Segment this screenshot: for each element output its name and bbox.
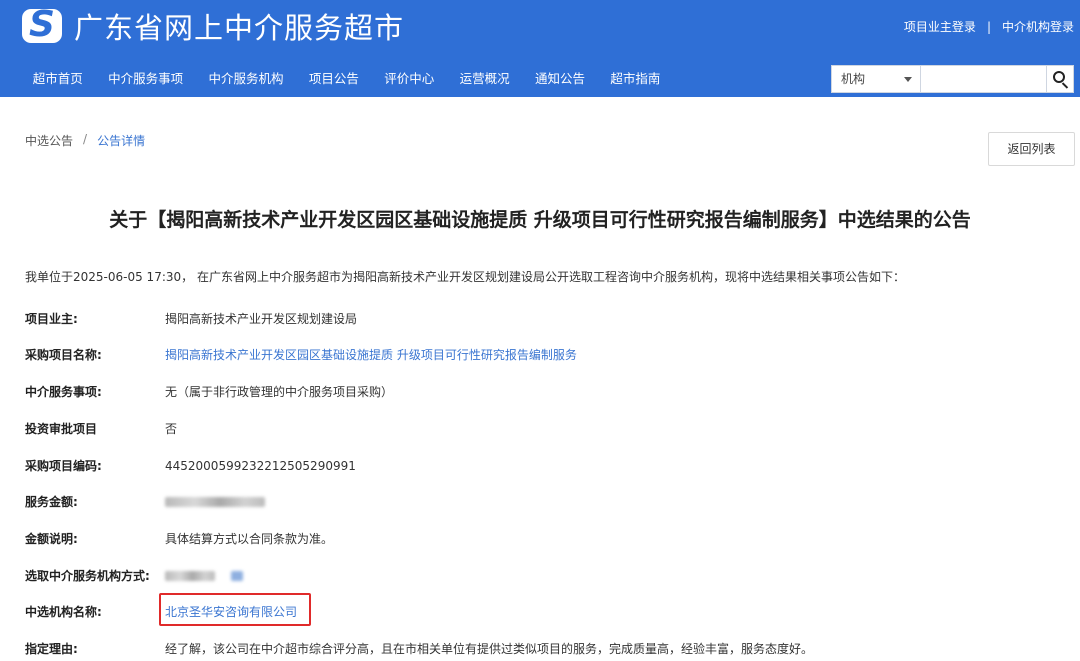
search-type-value: 机构: [841, 72, 866, 86]
field-label: 选取中介服务机构方式:: [25, 569, 150, 583]
field-label: 中选机构名称:: [25, 605, 102, 619]
site-header: S 广东省网上中介服务超市 项目业主登录 | 中介机构登录 超市首页 中介服务事…: [0, 0, 1080, 97]
search-bar: 机构: [831, 65, 1074, 93]
redacted-icon: [231, 570, 243, 581]
field-project-name: 采购项目名称: 揭阳高新技术产业开发区园区基础设施提质 升级项目可行性研究报告编…: [25, 346, 577, 363]
site-logo[interactable]: S 广东省网上中介服务超市: [22, 8, 405, 45]
agency-login-link[interactable]: 中介机构登录: [1002, 18, 1074, 35]
field-value: 44520005992322125052909​91: [165, 458, 356, 473]
field-value: 具体结算方式以合同条款为准。: [165, 532, 334, 546]
breadcrumb-current: 公告详情: [97, 134, 146, 148]
main-nav: 超市首页 中介服务事项 中介服务机构 项目公告 评价中心 运营概况 通知公告 超…: [20, 62, 673, 96]
field-reason: 指定理由: 经了解，该公司在中介超市综合评分高，且在市相关单位有提供过类似项目的…: [25, 640, 813, 657]
back-to-list-button[interactable]: 返回列表: [988, 132, 1075, 166]
field-label: 金额说明:: [25, 532, 78, 546]
field-value: 揭阳高新技术产业开发区规划建设局: [165, 312, 358, 326]
field-label: 采购项目名称:: [25, 348, 102, 362]
breadcrumb: 中选公告 / 公告详情: [25, 132, 145, 149]
nav-item-guide[interactable]: 超市指南: [598, 62, 673, 96]
project-name-link[interactable]: 揭阳高新技术产业开发区园区基础设施提质 升级项目可行性研究报告编制服务: [165, 346, 577, 363]
search-button[interactable]: [1046, 65, 1074, 93]
field-project-code: 采购项目编码: 44520005992322125052909​91: [25, 457, 356, 474]
field-service-amount: 服务金额:: [25, 493, 265, 510]
nav-item-notifications[interactable]: 通知公告: [522, 62, 597, 96]
redacted-method: [165, 570, 215, 581]
top-links-separator: |: [986, 19, 991, 34]
top-links: 项目业主登录 | 中介机构登录: [904, 18, 1074, 35]
notice-intro: 我单位于2025-06-05 17:30， 在广东省网上中介服务超市为揭阳高新技…: [25, 270, 905, 284]
field-label: 指定理由:: [25, 642, 78, 656]
nav-item-project-notices[interactable]: 项目公告: [296, 62, 371, 96]
field-label: 中介服务事项:: [25, 385, 102, 399]
nav-item-operations[interactable]: 运营概况: [447, 62, 522, 96]
field-investment-approval: 投资审批项目 否: [25, 420, 177, 437]
field-label: 服务金额:: [25, 495, 78, 509]
search-type-select[interactable]: 机构: [831, 65, 920, 93]
field-label: 投资审批项目: [25, 422, 98, 436]
caret-down-icon: [904, 77, 912, 82]
owner-login-link[interactable]: 项目业主登录: [904, 18, 976, 35]
field-label: 采购项目编码:: [25, 459, 102, 473]
nav-item-evaluation[interactable]: 评价中心: [372, 62, 447, 96]
breadcrumb-root[interactable]: 中选公告: [25, 132, 73, 149]
search-icon: [1053, 71, 1065, 83]
field-service-item: 中介服务事项: 无（属于非行政管理的中介服务项目采购）: [25, 383, 393, 400]
nav-item-home[interactable]: 超市首页: [20, 62, 95, 96]
field-amount-note: 金额说明: 具体结算方式以合同条款为准。: [25, 530, 333, 547]
field-value: 经了解，该公司在中介超市综合评分高，且在市相关单位有提供过类似项目的服务，完成质…: [165, 642, 814, 656]
notice-title: 关于【揭阳高新技术产业开发区园区基础设施提质 升级项目可行性研究报告编制服务】中…: [109, 209, 971, 231]
logo-icon: S: [22, 9, 62, 43]
field-selection-method: 选取中介服务机构方式:: [25, 567, 243, 584]
search-input[interactable]: [920, 65, 1046, 93]
field-label: 项目业主:: [25, 312, 78, 326]
field-value: 否: [165, 422, 178, 436]
redacted-amount: [165, 496, 265, 507]
site-title: 广东省网上中介服务超市: [74, 11, 405, 45]
nav-item-agencies[interactable]: 中介服务机构: [196, 62, 296, 96]
breadcrumb-separator: /: [83, 132, 88, 146]
field-value: 无（属于非行政管理的中介服务项目采购）: [165, 385, 394, 399]
winner-highlight-box: [159, 593, 311, 626]
field-owner: 项目业主: 揭阳高新技术产业开发区规划建设局: [25, 310, 357, 327]
nav-item-service-items[interactable]: 中介服务事项: [95, 62, 195, 96]
